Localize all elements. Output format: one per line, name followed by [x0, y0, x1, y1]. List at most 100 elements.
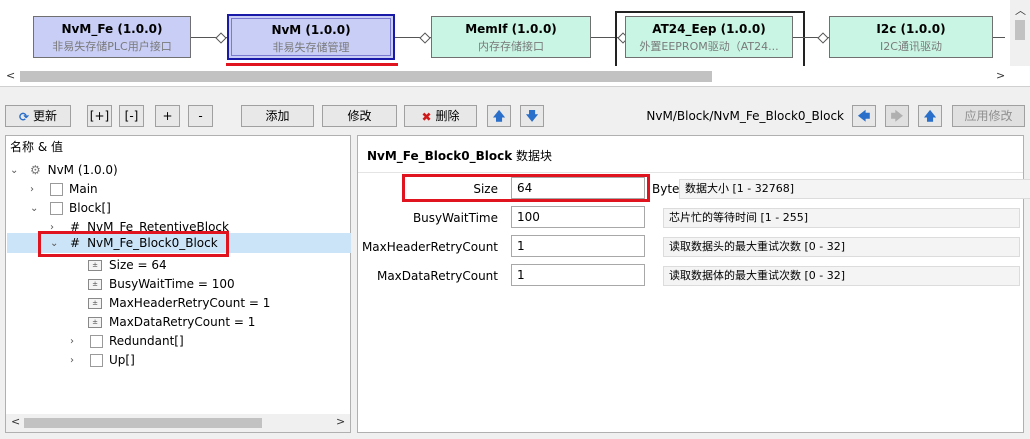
tree-item-label: Up[] [109, 353, 135, 367]
module-node-nvm[interactable]: NvM (1.0.0) 非易失存储管理 [227, 14, 395, 60]
value-icon: ± [88, 298, 102, 309]
connector-port [817, 32, 829, 44]
module-node-memif[interactable]: MemIf (1.0.0) 内存存储接口 [431, 16, 591, 58]
value-icon: ± [88, 279, 102, 290]
modify-button[interactable]: 修改 [322, 105, 397, 127]
tree-item-value[interactable]: ± MaxHeaderRetryCount = 1 [88, 294, 270, 313]
module-subtitle: 非易失存储PLC用户接口 [52, 40, 172, 53]
tree-item-label: NvM (1.0.0) [47, 163, 118, 177]
tree-item-value[interactable]: ± MaxDataRetryCount = 1 [88, 313, 255, 332]
module-node-nvm-fe[interactable]: NvM_Fe (1.0.0) 非易失存储PLC用户接口 [33, 16, 191, 58]
chevron-right-icon[interactable]: › [50, 218, 54, 232]
tree-item-block[interactable]: ⌄ Block[] [30, 199, 111, 218]
module-title: NvM_Fe (1.0.0) [61, 22, 163, 36]
tree-item-root[interactable]: ⌄ ⚙ NvM (1.0.0) [10, 161, 118, 180]
module-node-at24-eep[interactable]: AT24_Eep (1.0.0) 外置EEPROM驱动（AT24... [625, 16, 793, 58]
detail-title-suffix: 数据块 [516, 149, 553, 163]
scroll-left-icon[interactable]: < [6, 69, 15, 82]
tree-panel: 名称 & 值 ⌄ ⚙ NvM (1.0.0) › Main ⌄ Block[] … [5, 135, 351, 433]
connector-port [419, 32, 431, 44]
tree-item-label: MaxDataRetryCount = 1 [109, 315, 256, 329]
max-header-retry-description: 读取数据头的最大重试次数 [0 - 32] [663, 237, 1020, 257]
tree-item-label: Main [69, 182, 98, 196]
module-title: MemIf (1.0.0) [465, 22, 557, 36]
delete-button[interactable]: ✖ 删除 [404, 105, 477, 127]
delete-label: 删除 [435, 109, 460, 123]
busy-wait-time-description: 芯片忙的等待时间 [1 - 255] [663, 208, 1020, 228]
tree-item-label: Block[] [69, 201, 111, 215]
arrow-right-icon: 🡆 [890, 109, 904, 123]
tree-item-label: Size = 64 [109, 258, 167, 272]
expand-all-button[interactable]: [+] [87, 105, 112, 127]
gear-icon: ⚙ [30, 163, 41, 177]
refresh-label: 更新 [32, 109, 57, 123]
chevron-down-icon[interactable]: ⌄ [30, 199, 38, 218]
apply-button[interactable]: 应用修改 [952, 105, 1025, 127]
refresh-icon: ⟳ [19, 109, 30, 124]
highlight-box [38, 231, 229, 257]
graph-horizontal-scrollbar[interactable]: < > [0, 66, 1030, 86]
expand-button[interactable]: + [155, 105, 180, 127]
scroll-thumb[interactable] [20, 71, 712, 82]
add-button[interactable]: 添加 [241, 105, 314, 127]
scroll-up-icon[interactable]: ︿ [1015, 2, 1026, 18]
tree-horizontal-scrollbar[interactable]: < > [6, 414, 350, 432]
node-icon [90, 354, 103, 367]
move-up-button[interactable]: 🡅 [487, 105, 511, 127]
scroll-right-icon[interactable]: > [996, 69, 1005, 82]
scroll-left-icon[interactable]: < [11, 415, 20, 428]
nav-forward-button[interactable]: 🡆 [885, 105, 909, 127]
graph-vertical-scrollbar[interactable]: ︿ [1010, 0, 1030, 66]
current-path: NvM/Block/NvM_Fe_Block0_Block [646, 109, 844, 123]
param-label-max-header-retry: MaxHeaderRetryCount [361, 240, 498, 254]
collapse-all-button[interactable]: [-] [119, 105, 144, 127]
tree-item-label: Redundant[] [109, 334, 184, 348]
nav-up-button[interactable]: 🡅 [918, 105, 942, 127]
refresh-button[interactable]: ⟳ 更新 [5, 105, 71, 127]
node-icon [50, 202, 63, 215]
connector-port [215, 32, 227, 44]
arrow-left-icon: 🡄 [857, 109, 871, 123]
selection-frame [231, 18, 391, 56]
tree-item-retentive[interactable]: › # NvM_Fe_RetentiveBlock [50, 218, 229, 232]
highlight-box [402, 174, 650, 202]
value-icon: ± [88, 260, 102, 271]
module-node-i2c[interactable]: I2c (1.0.0) I2C通讯驱动 [829, 16, 993, 58]
chevron-right-icon[interactable]: › [70, 332, 74, 351]
tree-item-value[interactable]: ± BusyWaitTime = 100 [88, 275, 235, 294]
chevron-right-icon[interactable]: › [30, 180, 34, 199]
delete-icon: ✖ [421, 109, 432, 124]
scroll-right-icon[interactable]: > [336, 415, 345, 428]
detail-panel: NvM_Fe_Block0_Block 数据块 Size 64 Byte 数据大… [357, 135, 1030, 433]
tree-item-label: MaxHeaderRetryCount = 1 [109, 296, 271, 310]
module-subtitle: 内存存储接口 [478, 40, 544, 53]
tree-item-label: BusyWaitTime = 100 [109, 277, 235, 291]
module-title: I2c (1.0.0) [876, 22, 946, 36]
tree-header: 名称 & 值 [10, 140, 63, 154]
max-data-retry-input[interactable]: 1 [511, 264, 645, 286]
size-description: 数据大小 [1 - 32768] [679, 179, 1030, 199]
nav-back-button[interactable]: 🡄 [852, 105, 876, 127]
tree-item-redundant[interactable]: › Redundant[] [70, 332, 184, 351]
tree-item-main[interactable]: › Main [30, 180, 98, 199]
param-label-busy-wait-time: BusyWaitTime [412, 211, 498, 225]
detail-title-name: NvM_Fe_Block0_Block [367, 149, 513, 163]
tree-item-up[interactable]: › Up[] [70, 351, 135, 370]
chevron-right-icon[interactable]: › [70, 351, 74, 370]
scroll-thumb[interactable] [24, 418, 262, 428]
connector [993, 37, 1005, 38]
scroll-thumb[interactable] [1015, 20, 1025, 40]
detail-title: NvM_Fe_Block0_Block 数据块 [367, 147, 552, 164]
collapse-button[interactable]: - [188, 105, 213, 127]
size-unit: Byte [652, 182, 680, 196]
move-down-button[interactable]: 🡇 [520, 105, 544, 127]
module-subtitle: I2C通讯驱动 [880, 40, 942, 53]
tree-item-value[interactable]: ± Size = 64 [88, 256, 167, 275]
max-header-retry-input[interactable]: 1 [511, 235, 645, 257]
arrow-down-icon: 🡇 [525, 109, 539, 123]
chevron-down-icon[interactable]: ⌄ [10, 161, 18, 180]
value-icon: ± [88, 317, 102, 328]
busy-wait-time-input[interactable]: 100 [511, 206, 645, 228]
max-data-retry-description: 读取数据体的最大重试次数 [0 - 32] [663, 266, 1020, 286]
divider [358, 172, 1023, 173]
